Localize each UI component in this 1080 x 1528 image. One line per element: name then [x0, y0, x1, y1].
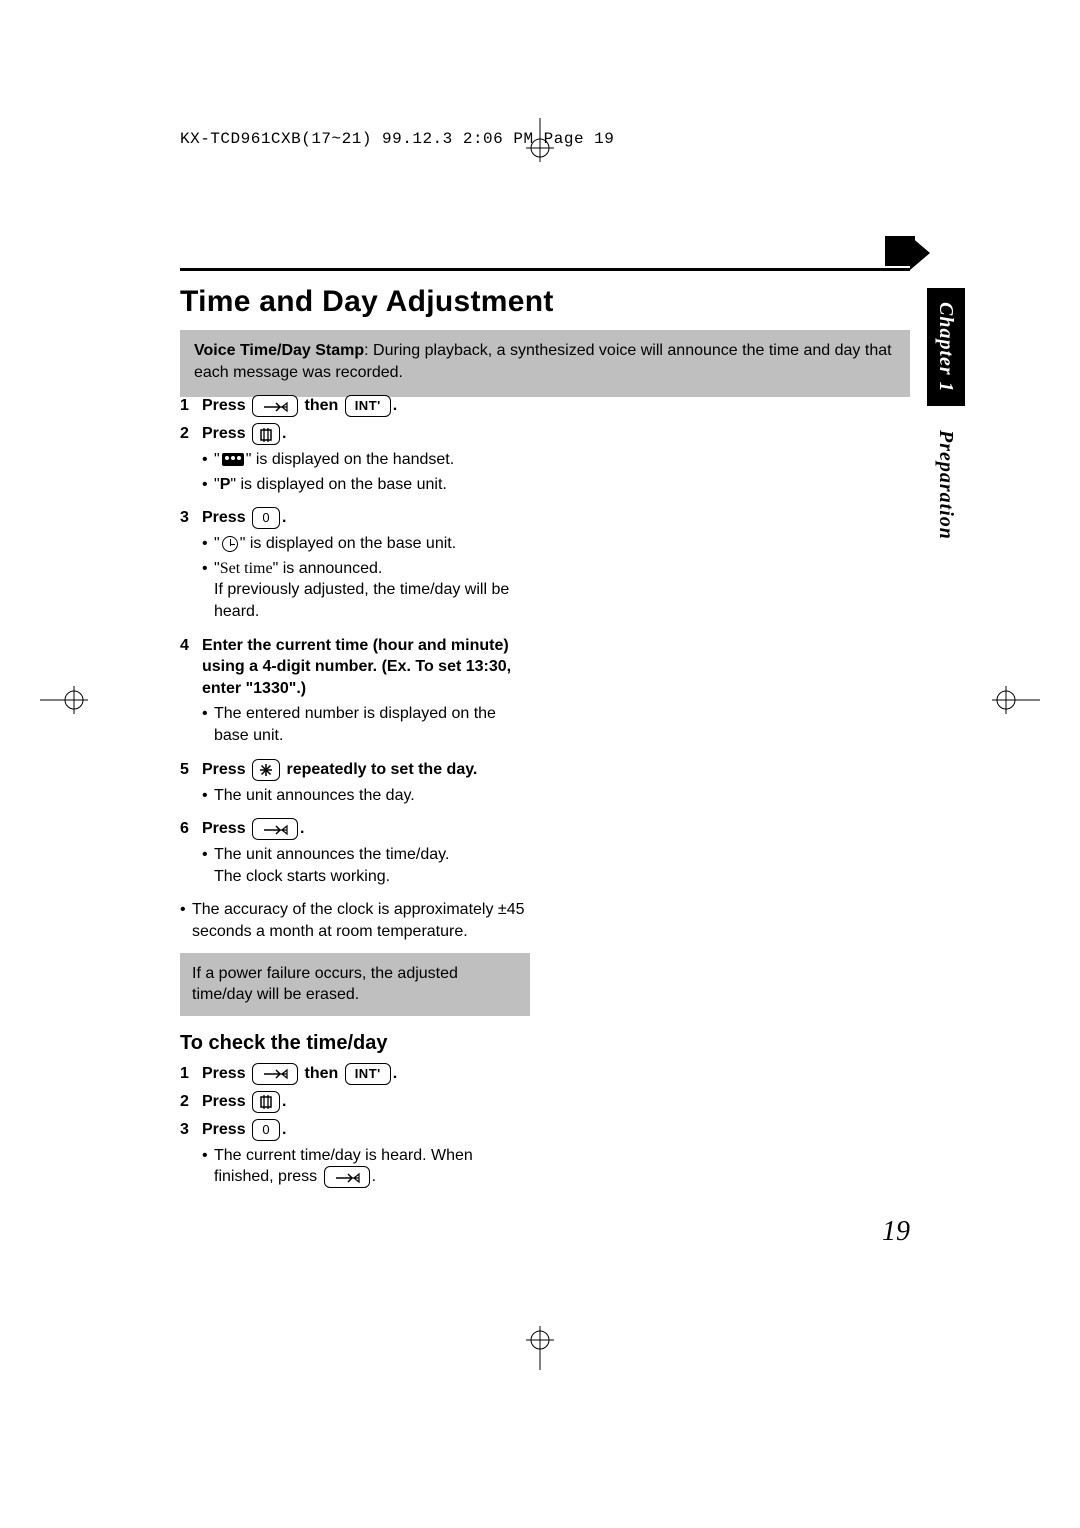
- star-key-icon: [252, 759, 280, 781]
- step6-press: Press: [202, 820, 250, 837]
- intro-bold: Voice Time/Day Stamp: [194, 342, 364, 359]
- step-2: 2 Press . "" is displayed on the handset…: [180, 423, 530, 501]
- enter-key-icon: [252, 1063, 298, 1085]
- zero-key-icon: 0: [252, 1119, 280, 1141]
- check3-press: Press: [202, 1121, 250, 1138]
- step5-press: Press: [202, 761, 250, 778]
- step5-bullet-1: The unit announces the day.: [202, 785, 530, 807]
- step-1: 1 Press then INT'.: [180, 395, 530, 417]
- enter-key-icon: [252, 395, 298, 417]
- check-step-2: 2 Press .: [180, 1091, 530, 1113]
- content-area: 1 Press then INT'. 2 Press .: [180, 395, 910, 1268]
- step2-press: Press: [202, 425, 250, 442]
- step2-dot: .: [282, 425, 286, 442]
- step4-bullet-1: The entered number is displayed on the b…: [202, 703, 530, 746]
- step3-dot: .: [282, 509, 286, 526]
- check-time-title: To check the time/day: [180, 1030, 530, 1057]
- step-4: 4 Enter the current time (hour and minut…: [180, 635, 530, 753]
- step-number: 3: [180, 1119, 202, 1195]
- section-tab: Preparation: [927, 415, 965, 555]
- crop-mark-left: [40, 680, 100, 720]
- step3-bullet-1: "" is displayed on the base unit.: [202, 533, 530, 555]
- page-title: Time and Day Adjustment: [180, 285, 554, 319]
- intro-block: Voice Time/Day Stamp: During playback, a…: [180, 330, 910, 397]
- clock-icon: [222, 536, 238, 552]
- step-number: 1: [180, 1063, 202, 1085]
- step1-press: Press: [202, 397, 250, 414]
- step-number: 1: [180, 395, 202, 417]
- step-6: 6 Press . The unit announces the time/da…: [180, 818, 530, 893]
- check1-dot: .: [393, 1065, 397, 1082]
- check3-dot: .: [282, 1121, 286, 1138]
- step-number: 3: [180, 507, 202, 628]
- step-number: 6: [180, 818, 202, 893]
- check1-press: Press: [202, 1065, 250, 1082]
- step6-dot: .: [300, 820, 304, 837]
- step-3: 3 Press 0. "" is displayed on the base u…: [180, 507, 530, 628]
- step1-then: then: [305, 397, 343, 414]
- zero-key-icon: 0: [252, 507, 280, 529]
- step6-bullet-1: The unit announces the time/day. The clo…: [202, 844, 530, 887]
- title-rule: [180, 268, 910, 271]
- step-number: 2: [180, 1091, 202, 1113]
- check-step-1: 1 Press then INT'.: [180, 1063, 530, 1085]
- int-key-icon: INT': [345, 1063, 391, 1085]
- step5-rest: repeatedly to set the day.: [287, 761, 478, 778]
- check2-dot: .: [282, 1093, 286, 1110]
- arrow-tri-icon: [910, 236, 930, 270]
- check3-bullet-1: The current time/day is heard. When fini…: [202, 1145, 530, 1189]
- step-number: 4: [180, 635, 202, 753]
- page-number: 19: [882, 1216, 910, 1248]
- accuracy-note: The accuracy of the clock is approximate…: [180, 899, 530, 942]
- square-key-icon: [252, 423, 280, 445]
- int-key-icon: INT': [345, 395, 391, 417]
- step-number: 2: [180, 423, 202, 501]
- step3-bullet-2: "Set time" is announced. If previously a…: [202, 558, 530, 623]
- step4-instr: Enter the current time (hour and minute)…: [202, 637, 511, 697]
- enter-key-icon: [324, 1166, 370, 1188]
- print-header: KX-TCD961CXB(17~21) 99.12.3 2:06 PM Page…: [180, 130, 614, 148]
- step2-bullet-1: "" is displayed on the handset.: [202, 449, 530, 471]
- crop-mark-right: [980, 680, 1040, 720]
- enter-key-icon: [252, 818, 298, 840]
- check2-press: Press: [202, 1093, 250, 1110]
- power-failure-note: If a power failure occurs, the adjusted …: [180, 953, 530, 1016]
- step1-dot: .: [393, 397, 397, 414]
- step-5: 5 Press repeatedly to set the day. The u…: [180, 759, 530, 813]
- step2-bullet-2: "P" is displayed on the base unit.: [202, 474, 530, 496]
- check-step-3: 3 Press 0. The current time/day is heard…: [180, 1119, 530, 1195]
- square-key-icon: [252, 1091, 280, 1113]
- crop-mark-bottom: [520, 1320, 560, 1370]
- chapter-tab: Chapter 1: [927, 288, 965, 406]
- step-number: 5: [180, 759, 202, 813]
- handset-display-icon: [222, 453, 244, 466]
- check1-then: then: [305, 1065, 343, 1082]
- step3-press: Press: [202, 509, 250, 526]
